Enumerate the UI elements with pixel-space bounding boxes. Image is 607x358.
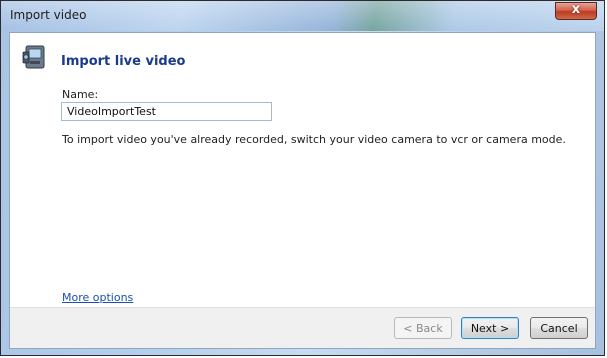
title-bar[interactable]: Import video x	[1, 1, 604, 31]
window-title: Import video	[10, 8, 87, 22]
cancel-button[interactable]: Cancel	[530, 317, 588, 339]
dialog-content: Import live video Name: To import video …	[9, 32, 596, 349]
back-button[interactable]: < Back	[394, 317, 452, 339]
page-title: Import live video	[61, 54, 186, 69]
video-camera-icon	[22, 45, 45, 69]
next-button[interactable]: Next >	[461, 317, 519, 339]
more-options-link[interactable]: More options	[62, 291, 133, 304]
name-input[interactable]	[61, 102, 272, 121]
close-button[interactable]: x	[555, 2, 597, 20]
name-label: Name:	[62, 88, 99, 101]
instruction-text: To import video you've already recorded,…	[62, 133, 566, 146]
import-video-window: Import video x Import live video Name: T…	[0, 0, 605, 356]
close-icon: x	[571, 2, 581, 17]
button-bar: < Back Next > Cancel	[10, 307, 595, 348]
